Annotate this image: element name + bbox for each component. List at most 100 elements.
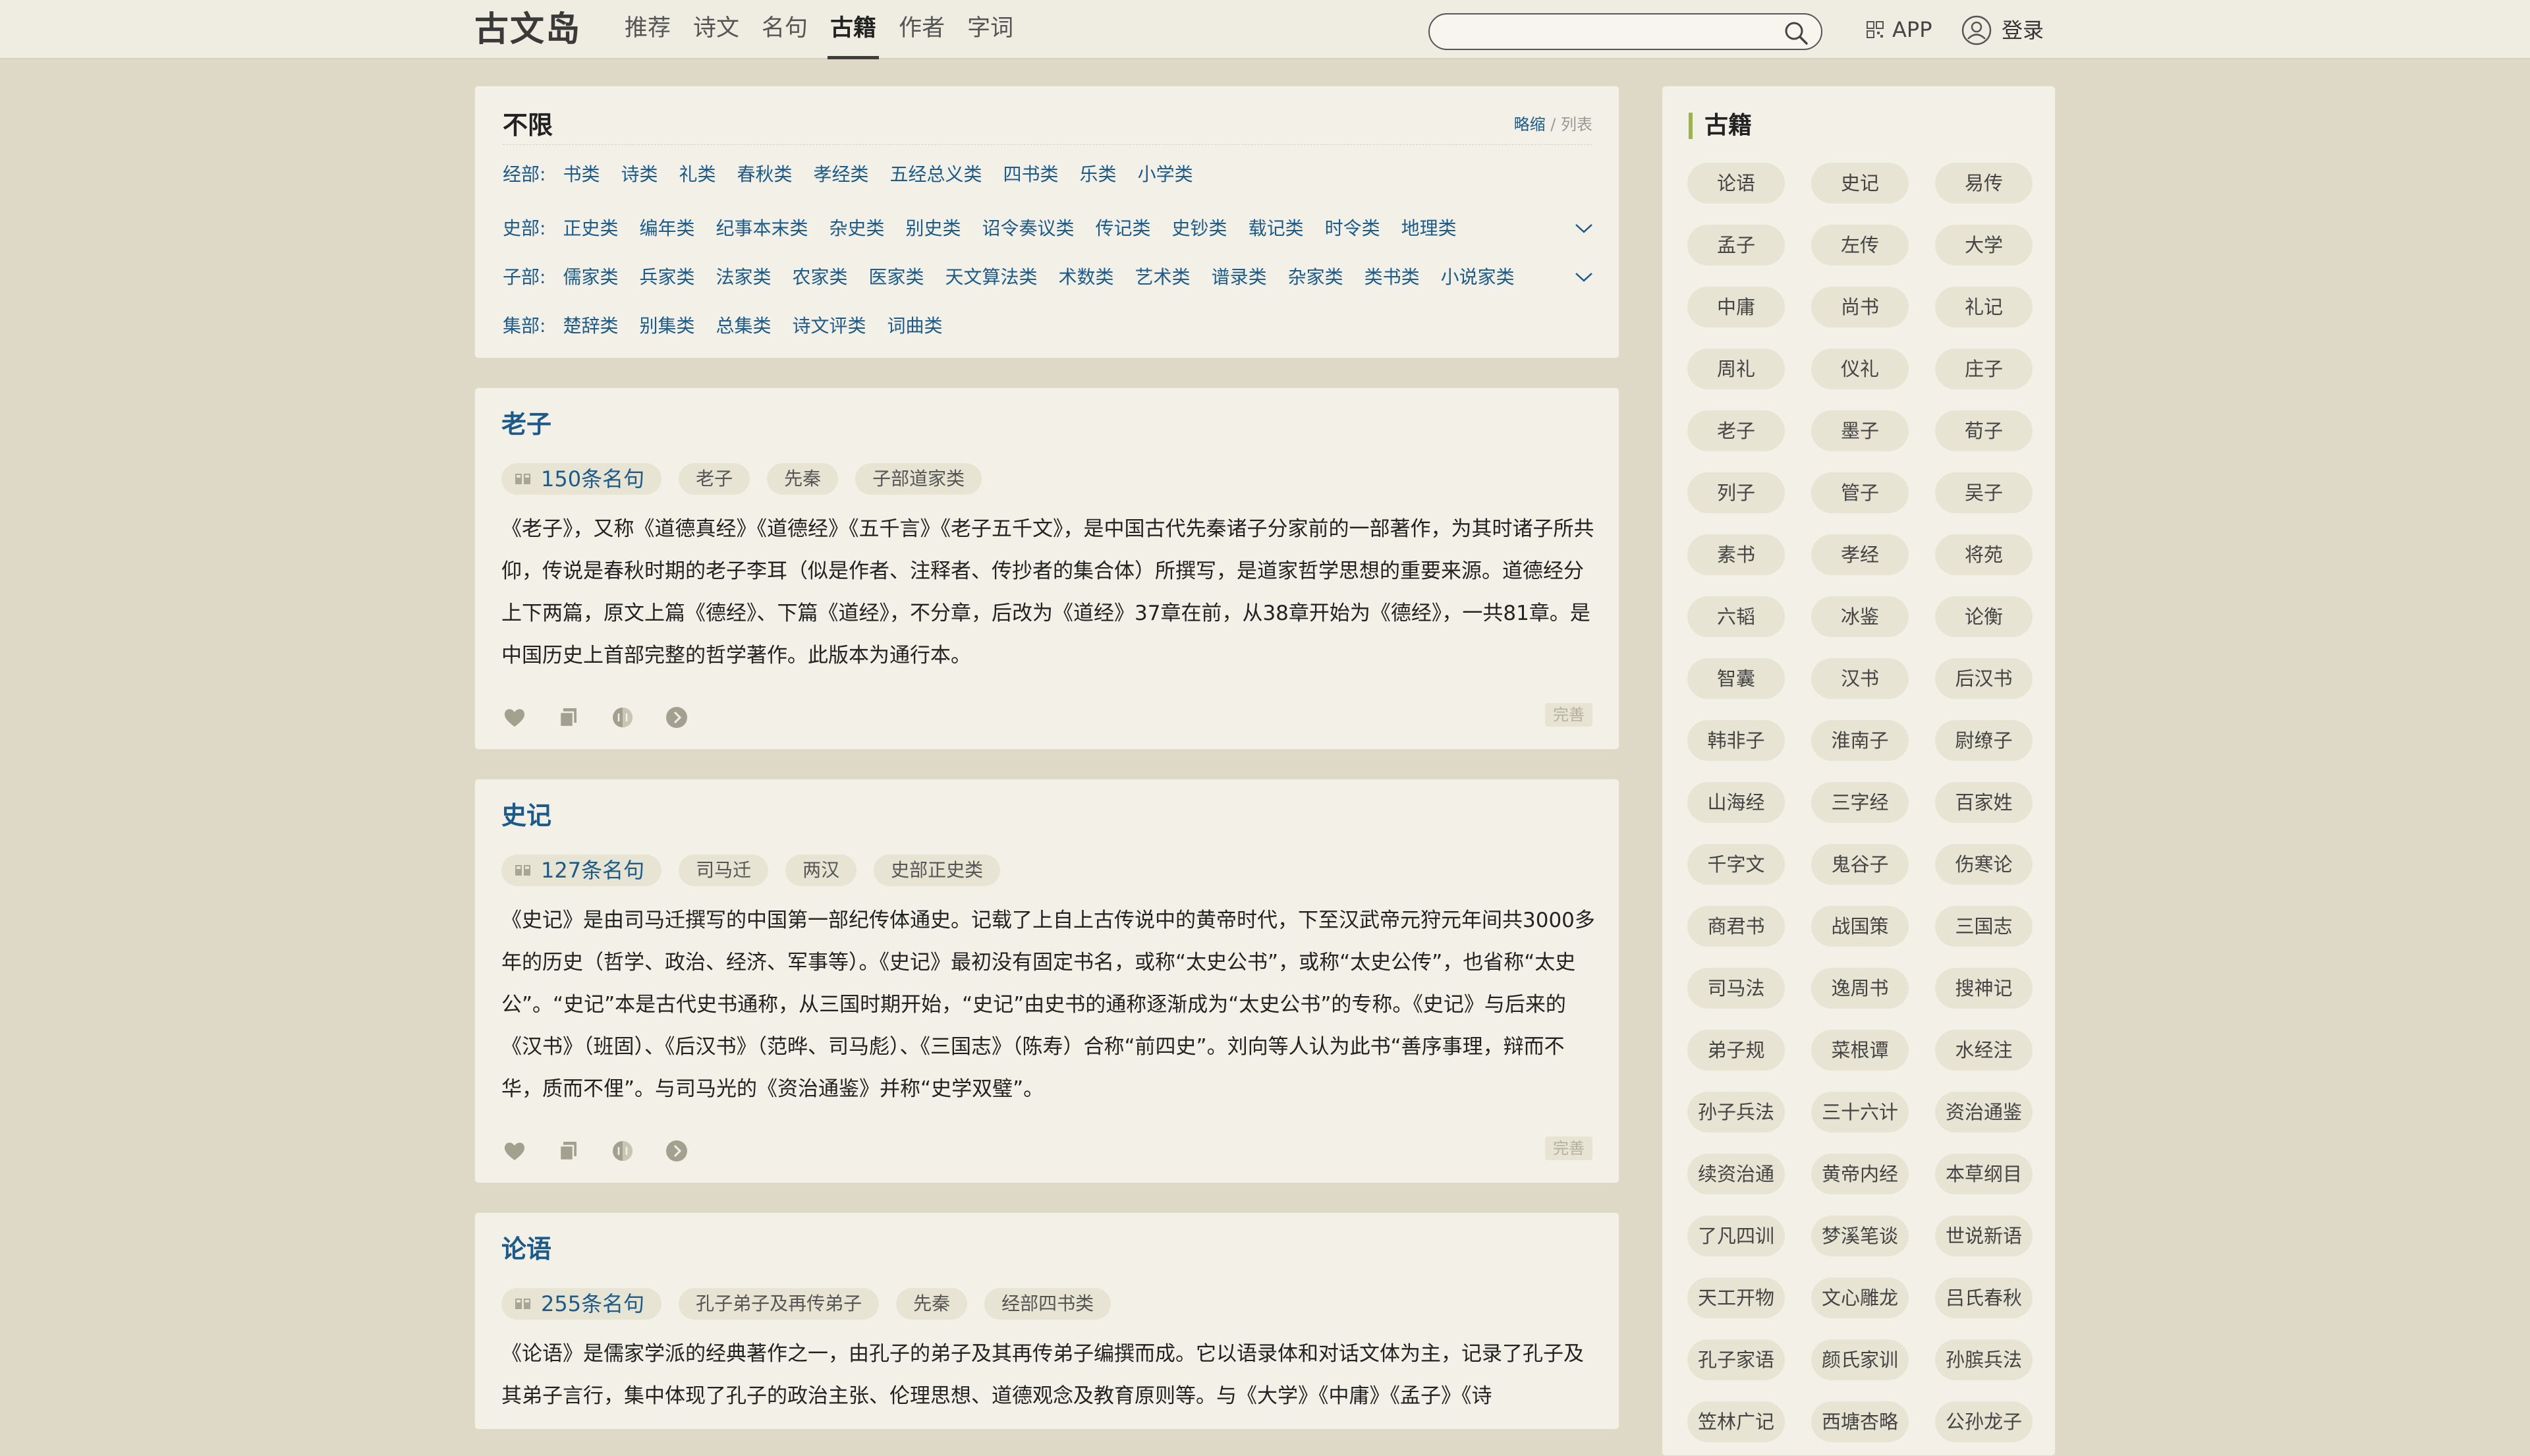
sidebar-book-item[interactable]: 商君书: [1687, 906, 1785, 947]
copy-icon[interactable]: [555, 1138, 582, 1164]
sidebar-book-item[interactable]: 后汉书: [1935, 658, 2033, 699]
filter-option[interactable]: 杂家类: [1288, 264, 1343, 291]
sidebar-book-item[interactable]: 鬼谷子: [1811, 844, 1909, 885]
filter-option[interactable]: 正史类: [563, 215, 618, 242]
sidebar-book-item[interactable]: 伤寒论: [1935, 844, 2033, 885]
filter-option[interactable]: 礼类: [679, 161, 716, 188]
chevron-right-icon[interactable]: [663, 704, 690, 731]
filter-option[interactable]: 词曲类: [887, 313, 943, 339]
sidebar-book-item[interactable]: 本草纲目: [1935, 1154, 2033, 1194]
sidebar-book-item[interactable]: 孙膑兵法: [1935, 1339, 2033, 1380]
audio-icon[interactable]: [609, 704, 636, 731]
sidebar-book-item[interactable]: 梦溪笔谈: [1811, 1216, 1909, 1256]
book-title[interactable]: 老子: [501, 404, 551, 440]
sidebar-book-item[interactable]: 将苑: [1935, 534, 2033, 575]
sidebar-book-item[interactable]: 仪礼: [1811, 349, 1909, 389]
search-input[interactable]: [1446, 18, 1764, 46]
dynasty-tag[interactable]: 两汉: [785, 854, 857, 886]
sidebar-book-item[interactable]: 三十六计: [1811, 1092, 1909, 1133]
sidebar-book-item[interactable]: 周礼: [1687, 349, 1785, 389]
sidebar-book-item[interactable]: 冰鉴: [1811, 596, 1909, 637]
heart-icon[interactable]: [501, 704, 528, 731]
sidebar-book-item[interactable]: 尚书: [1811, 287, 1909, 327]
filter-title[interactable]: 不限: [503, 105, 553, 141]
dynasty-tag[interactable]: 先秦: [767, 463, 839, 495]
author-tag[interactable]: 孔子弟子及再传弟子: [679, 1288, 880, 1320]
filter-option[interactable]: 四书类: [1003, 161, 1059, 188]
sidebar-book-item[interactable]: 千字文: [1687, 844, 1785, 885]
heart-icon[interactable]: [501, 1138, 528, 1164]
sidebar-book-item[interactable]: 韩非子: [1687, 720, 1785, 761]
sidebar-book-item[interactable]: 了凡四训: [1687, 1216, 1785, 1256]
category-tag[interactable]: 史部正史类: [874, 854, 1001, 886]
sidebar-book-item[interactable]: 百家姓: [1935, 782, 2033, 823]
sidebar-book-item[interactable]: 弟子规: [1687, 1030, 1785, 1071]
quote-count-tag[interactable]: 255条名句: [501, 1288, 662, 1320]
filter-option[interactable]: 小说家类: [1441, 264, 1515, 291]
filter-option[interactable]: 纪事本末类: [716, 215, 808, 242]
nav-item-recommend[interactable]: 推荐: [622, 0, 673, 59]
sidebar-book-item[interactable]: 吕氏春秋: [1935, 1277, 2033, 1318]
filter-option[interactable]: 别集类: [639, 313, 694, 339]
site-logo[interactable]: 古文岛: [474, 8, 581, 51]
filter-option[interactable]: 史钞类: [1172, 215, 1227, 242]
sidebar-book-item[interactable]: 孟子: [1687, 225, 1785, 266]
sidebar-book-item[interactable]: 素书: [1687, 534, 1785, 575]
sidebar-book-item[interactable]: 续资治通: [1687, 1154, 1785, 1194]
filter-option[interactable]: 地理类: [1401, 215, 1457, 242]
filter-option[interactable]: 医家类: [869, 264, 924, 291]
author-tag[interactable]: 老子: [679, 463, 750, 495]
author-tag[interactable]: 司马迁: [679, 854, 769, 886]
category-tag[interactable]: 经部四书类: [984, 1288, 1111, 1320]
filter-option[interactable]: 春秋类: [737, 161, 792, 188]
nav-item-words[interactable]: 字词: [965, 0, 1016, 59]
sidebar-book-item[interactable]: 资治通鉴: [1935, 1092, 2033, 1133]
chevron-down-icon[interactable]: [1574, 271, 1594, 284]
sidebar-book-item[interactable]: 吴子: [1935, 472, 2033, 513]
sidebar-book-item[interactable]: 司马法: [1687, 968, 1785, 1009]
sidebar-book-item[interactable]: 颜氏家训: [1811, 1339, 1909, 1380]
perfect-button[interactable]: 完善: [1545, 703, 1592, 727]
sidebar-book-item[interactable]: 山海经: [1687, 782, 1785, 823]
filter-option[interactable]: 载记类: [1249, 215, 1304, 242]
sidebar-book-item[interactable]: 三国志: [1935, 906, 2033, 947]
book-title[interactable]: 史记: [501, 795, 551, 831]
sidebar-book-item[interactable]: 水经注: [1935, 1030, 2033, 1071]
filter-option[interactable]: 孝经类: [814, 161, 869, 188]
sidebar-book-item[interactable]: 西塘杏略: [1811, 1401, 1909, 1442]
sidebar-book-item[interactable]: 管子: [1811, 472, 1909, 513]
sidebar-book-item[interactable]: 智囊: [1687, 658, 1785, 699]
sidebar-book-item[interactable]: 论语: [1687, 163, 1785, 204]
sidebar-book-item[interactable]: 菜根谭: [1811, 1030, 1909, 1071]
filter-option[interactable]: 传记类: [1096, 215, 1151, 242]
filter-option[interactable]: 儒家类: [563, 264, 618, 291]
sidebar-book-item[interactable]: 黄帝内经: [1811, 1154, 1909, 1194]
sidebar-book-item[interactable]: 天工开物: [1687, 1277, 1785, 1318]
filter-option[interactable]: 楚辞类: [563, 313, 618, 339]
copy-icon[interactable]: [555, 704, 582, 731]
category-tag[interactable]: 子部道家类: [855, 463, 982, 495]
nav-item-quotes[interactable]: 名句: [759, 0, 810, 59]
sidebar-book-item[interactable]: 墨子: [1811, 410, 1909, 451]
sidebar-book-item[interactable]: 汉书: [1811, 658, 1909, 699]
sidebar-book-item[interactable]: 世说新语: [1935, 1216, 2033, 1256]
filter-option[interactable]: 诗类: [621, 161, 658, 188]
quote-count-tag[interactable]: 127条名句: [501, 854, 662, 886]
sidebar-book-item[interactable]: 笠林广记: [1687, 1401, 1785, 1442]
sidebar-book-item[interactable]: 易传: [1935, 163, 2033, 204]
sidebar-book-item[interactable]: 三字经: [1811, 782, 1909, 823]
sidebar-book-item[interactable]: 文心雕龙: [1811, 1277, 1909, 1318]
sidebar-book-item[interactable]: 公孙龙子: [1935, 1401, 2033, 1442]
nav-item-authors[interactable]: 作者: [896, 0, 947, 59]
sidebar-book-item[interactable]: 中庸: [1687, 287, 1785, 327]
filter-option[interactable]: 诗文评类: [792, 313, 866, 339]
sidebar-book-item[interactable]: 六韬: [1687, 596, 1785, 637]
sidebar-book-item[interactable]: 孝经: [1811, 534, 1909, 575]
perfect-button[interactable]: 完善: [1545, 1136, 1592, 1160]
book-title[interactable]: 论语: [501, 1229, 551, 1265]
sidebar-book-item[interactable]: 孔子家语: [1687, 1339, 1785, 1380]
filter-option[interactable]: 农家类: [792, 264, 847, 291]
quote-count-tag[interactable]: 150条名句: [501, 463, 662, 495]
sidebar-book-item[interactable]: 礼记: [1935, 287, 2033, 327]
sidebar-book-item[interactable]: 逸周书: [1811, 968, 1909, 1009]
